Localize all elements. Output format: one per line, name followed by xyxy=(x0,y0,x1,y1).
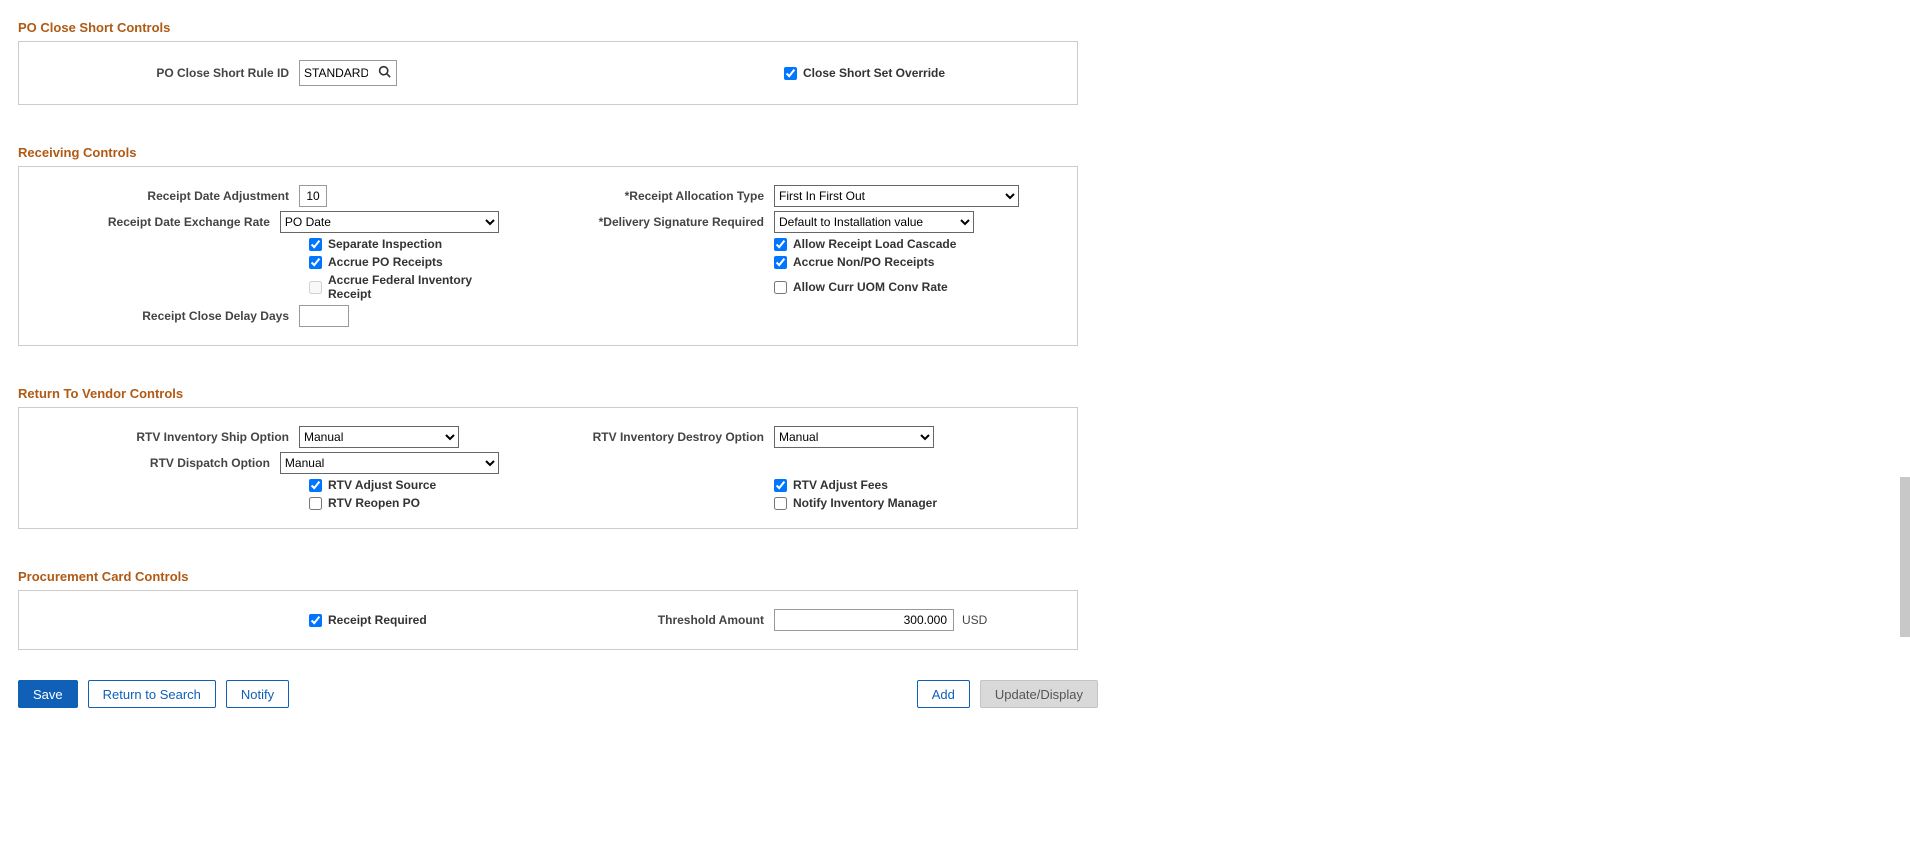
section-po-close-short: PO Close Short Rule ID Close Short Set O… xyxy=(18,41,1078,105)
section-title-receiving: Receiving Controls xyxy=(18,145,1892,160)
label-allow-curr-uom-conv-rate: Allow Curr UOM Conv Rate xyxy=(793,280,948,294)
add-button[interactable]: Add xyxy=(917,680,970,708)
checkbox-accrue-federal-inventory-receipt xyxy=(309,281,322,294)
input-receipt-date-adjustment[interactable] xyxy=(299,185,327,207)
checkbox-rtv-reopen-po[interactable] xyxy=(309,497,322,510)
update-display-button[interactable]: Update/Display xyxy=(980,680,1098,708)
search-icon[interactable] xyxy=(372,65,396,81)
label-rtv-dispatch-option: RTV Dispatch Option xyxy=(39,456,280,470)
label-receipt-date-adjustment: Receipt Date Adjustment xyxy=(39,189,299,203)
label-rtv-adjust-fees: RTV Adjust Fees xyxy=(793,478,888,492)
input-receipt-close-delay-days[interactable] xyxy=(299,305,349,327)
checkbox-close-short-set-override[interactable] xyxy=(784,67,797,80)
label-notify-inventory-manager: Notify Inventory Manager xyxy=(793,496,937,510)
notify-button[interactable]: Notify xyxy=(226,680,289,708)
label-receipt-date-exchange-rate: Receipt Date Exchange Rate xyxy=(39,215,280,229)
section-receiving: Receipt Date Adjustment Receipt Allocati… xyxy=(18,166,1078,346)
input-threshold-amount[interactable] xyxy=(774,609,954,631)
checkbox-accrue-non-po-receipts[interactable] xyxy=(774,256,787,269)
label-receipt-allocation-type: Receipt Allocation Type xyxy=(499,189,774,203)
checkbox-rtv-adjust-source[interactable] xyxy=(309,479,322,492)
label-rtv-adjust-source: RTV Adjust Source xyxy=(328,478,436,492)
label-separate-inspection: Separate Inspection xyxy=(328,237,442,251)
select-rtv-inventory-destroy-option[interactable]: Manual xyxy=(774,426,934,448)
currency-label: USD xyxy=(962,613,987,627)
select-rtv-inventory-ship-option[interactable]: Manual xyxy=(299,426,459,448)
section-title-po-close-short: PO Close Short Controls xyxy=(18,20,1892,35)
label-threshold-amount: Threshold Amount xyxy=(499,613,774,627)
label-rtv-inventory-ship-option: RTV Inventory Ship Option xyxy=(39,430,299,444)
checkbox-rtv-adjust-fees[interactable] xyxy=(774,479,787,492)
label-po-close-short-rule-id: PO Close Short Rule ID xyxy=(39,66,299,80)
label-delivery-signature-required: Delivery Signature Required xyxy=(499,215,774,229)
select-delivery-signature-required[interactable]: Default to Installation value xyxy=(774,211,974,233)
label-allow-receipt-load-cascade: Allow Receipt Load Cascade xyxy=(793,237,956,251)
label-accrue-non-po-receipts: Accrue Non/PO Receipts xyxy=(793,255,934,269)
label-receipt-close-delay-days: Receipt Close Delay Days xyxy=(39,309,299,323)
section-title-rtv: Return To Vendor Controls xyxy=(18,386,1892,401)
checkbox-allow-receipt-load-cascade[interactable] xyxy=(774,238,787,251)
label-close-short-set-override: Close Short Set Override xyxy=(803,66,945,80)
label-accrue-po-receipts: Accrue PO Receipts xyxy=(328,255,443,269)
checkbox-accrue-po-receipts[interactable] xyxy=(309,256,322,269)
checkbox-allow-curr-uom-conv-rate[interactable] xyxy=(774,281,787,294)
checkbox-separate-inspection[interactable] xyxy=(309,238,322,251)
footer-toolbar: Save Return to Search Notify Add Update/… xyxy=(18,680,1098,708)
checkbox-receipt-required[interactable] xyxy=(309,614,322,627)
select-receipt-date-exchange-rate[interactable]: PO Date xyxy=(280,211,499,233)
label-rtv-inventory-destroy-option: RTV Inventory Destroy Option xyxy=(499,430,774,444)
save-button[interactable]: Save xyxy=(18,680,78,708)
lookup-po-close-short-rule-id xyxy=(299,60,397,86)
section-title-pcard: Procurement Card Controls xyxy=(18,569,1892,584)
return-to-search-button[interactable]: Return to Search xyxy=(88,680,216,708)
checkbox-notify-inventory-manager[interactable] xyxy=(774,497,787,510)
label-rtv-reopen-po: RTV Reopen PO xyxy=(328,496,420,510)
label-receipt-required: Receipt Required xyxy=(328,613,427,627)
select-receipt-allocation-type[interactable]: First In First Out xyxy=(774,185,1019,207)
input-po-close-short-rule-id[interactable] xyxy=(300,62,372,84)
section-pcard: Receipt Required Threshold Amount USD xyxy=(18,590,1078,650)
label-accrue-federal-inventory-receipt: Accrue Federal Inventory Receipt xyxy=(328,273,499,301)
select-rtv-dispatch-option[interactable]: Manual xyxy=(280,452,499,474)
section-rtv: RTV Inventory Ship Option Manual RTV Inv… xyxy=(18,407,1078,529)
